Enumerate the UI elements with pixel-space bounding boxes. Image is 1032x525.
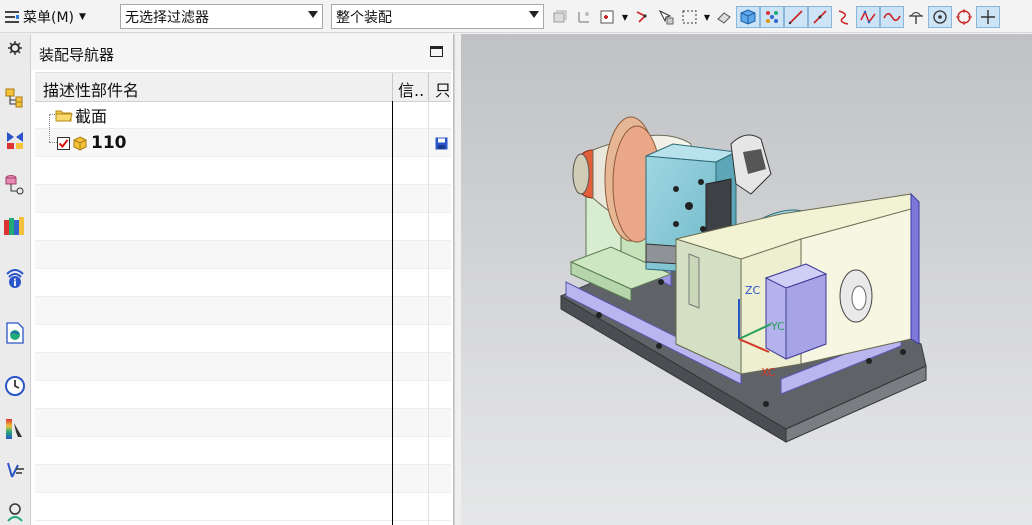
history-icon[interactable]: [3, 374, 27, 398]
solid-body-icon[interactable]: [736, 6, 760, 28]
snap-view-icon[interactable]: [548, 6, 572, 28]
navigator-title: 装配导航器: [39, 46, 115, 64]
assembly-navigator-panel: 装配导航器 描述性部件名 信.. 只 截面 110: [31, 34, 454, 525]
chevron-down-icon: [529, 11, 539, 18]
save-status-icon: [435, 137, 448, 150]
point-dialog-icon[interactable]: [630, 6, 654, 28]
settings-icon[interactable]: [3, 36, 27, 60]
maximize-icon[interactable]: [430, 46, 443, 57]
column-descriptive-part-name[interactable]: 描述性部件名: [43, 77, 139, 101]
polyline-icon[interactable]: [856, 6, 880, 28]
resource-bar: i: [0, 34, 31, 525]
tree-connector: [49, 142, 57, 143]
column-divider-line: [428, 101, 429, 525]
axis-label-y: YC: [770, 320, 785, 333]
constraint-navigator-icon[interactable]: [3, 128, 27, 152]
hd3d-tools-icon[interactable]: i: [3, 266, 27, 290]
menu-button[interactable]: 菜单(M) ▼: [4, 6, 86, 28]
selection-filter-value: 无选择过滤器: [125, 9, 209, 26]
chevron-down-icon[interactable]: ▼: [620, 6, 630, 28]
tree-node-label: 截面: [75, 107, 108, 126]
navigator-title-bar: 装配导航器: [31, 34, 453, 70]
select-box-icon[interactable]: [654, 6, 678, 28]
tree-connector: [49, 114, 50, 142]
reuse-library-icon[interactable]: [3, 214, 27, 238]
column-divider-line: [392, 101, 393, 525]
empty-row: [35, 241, 451, 269]
column-header: 描述性部件名 信.. 只: [35, 72, 451, 102]
empty-row: [35, 185, 451, 213]
axis-label-x: XC: [761, 366, 776, 379]
selection-scope-dropdown[interactable]: 整个装配: [331, 4, 544, 29]
top-toolbar: 菜单(M) ▼ 无选择过滤器 整个装配 ▼ ▼: [0, 0, 1032, 33]
menu-icon: [5, 11, 19, 23]
menu-label: 菜单(M): [23, 10, 75, 26]
empty-row: [35, 409, 451, 437]
navigator-tree: 截面 110: [35, 101, 451, 525]
empty-row: [35, 213, 451, 241]
visualization-icon[interactable]: [3, 417, 27, 441]
tree-node-section[interactable]: 截面: [55, 102, 107, 128]
folder-icon: [55, 110, 73, 122]
wcs-icon[interactable]: [572, 6, 596, 28]
process-studio-icon[interactable]: [3, 500, 27, 524]
feature-points-icon[interactable]: [760, 6, 784, 28]
selection-toolbar: ▼ ▼: [548, 5, 1000, 29]
selection-filter-dropdown[interactable]: 无选择过滤器: [120, 4, 323, 29]
tree-node-part[interactable]: 110: [57, 130, 127, 156]
empty-row: [35, 325, 451, 353]
column-divider[interactable]: [392, 73, 393, 101]
empty-row: [35, 297, 451, 325]
empty-row: [35, 269, 451, 297]
erase-icon[interactable]: [712, 6, 736, 28]
line-icon[interactable]: [784, 6, 808, 28]
center-point-icon[interactable]: [928, 6, 952, 28]
selection-scope-value: 整个装配: [336, 9, 392, 26]
part-cube-icon: [73, 136, 87, 151]
empty-row: [35, 465, 451, 493]
column-info[interactable]: 信..: [398, 77, 424, 101]
spline-icon[interactable]: [832, 6, 856, 28]
checkbox-checked-icon[interactable]: [57, 136, 70, 150]
roles-icon[interactable]: [3, 458, 27, 482]
column-read-only[interactable]: 只: [435, 77, 449, 101]
crosshair-icon[interactable]: [976, 6, 1000, 28]
axis-label-z: ZC: [745, 284, 761, 297]
svg-text:i: i: [13, 278, 16, 289]
chevron-down-icon: [308, 11, 318, 18]
chevron-down-icon: ▼: [79, 12, 86, 22]
graphics-viewport[interactable]: ZC YC XC: [461, 34, 1032, 525]
purple-motor-block[interactable]: [764, 263, 828, 360]
curve-icon[interactable]: [808, 6, 832, 28]
web-browser-icon[interactable]: [3, 321, 27, 345]
empty-row: [35, 381, 451, 409]
rect-select-icon[interactable]: [678, 6, 702, 28]
assembly-navigator-icon[interactable]: [3, 86, 27, 110]
empty-row: [35, 353, 451, 381]
empty-row: [35, 493, 451, 521]
filter-box-icon[interactable]: [596, 6, 620, 28]
circle-point-icon[interactable]: [952, 6, 976, 28]
intersection-icon[interactable]: [904, 6, 928, 28]
assembly-model[interactable]: ZC YC XC: [461, 34, 1032, 525]
part-navigator-icon[interactable]: [3, 172, 27, 196]
tree-node-label: 110: [91, 133, 127, 153]
chevron-down-icon[interactable]: ▼: [702, 6, 712, 28]
sine-curve-icon[interactable]: [880, 6, 904, 28]
empty-row: [35, 157, 451, 185]
column-divider[interactable]: [428, 73, 429, 101]
empty-row: [35, 437, 451, 465]
